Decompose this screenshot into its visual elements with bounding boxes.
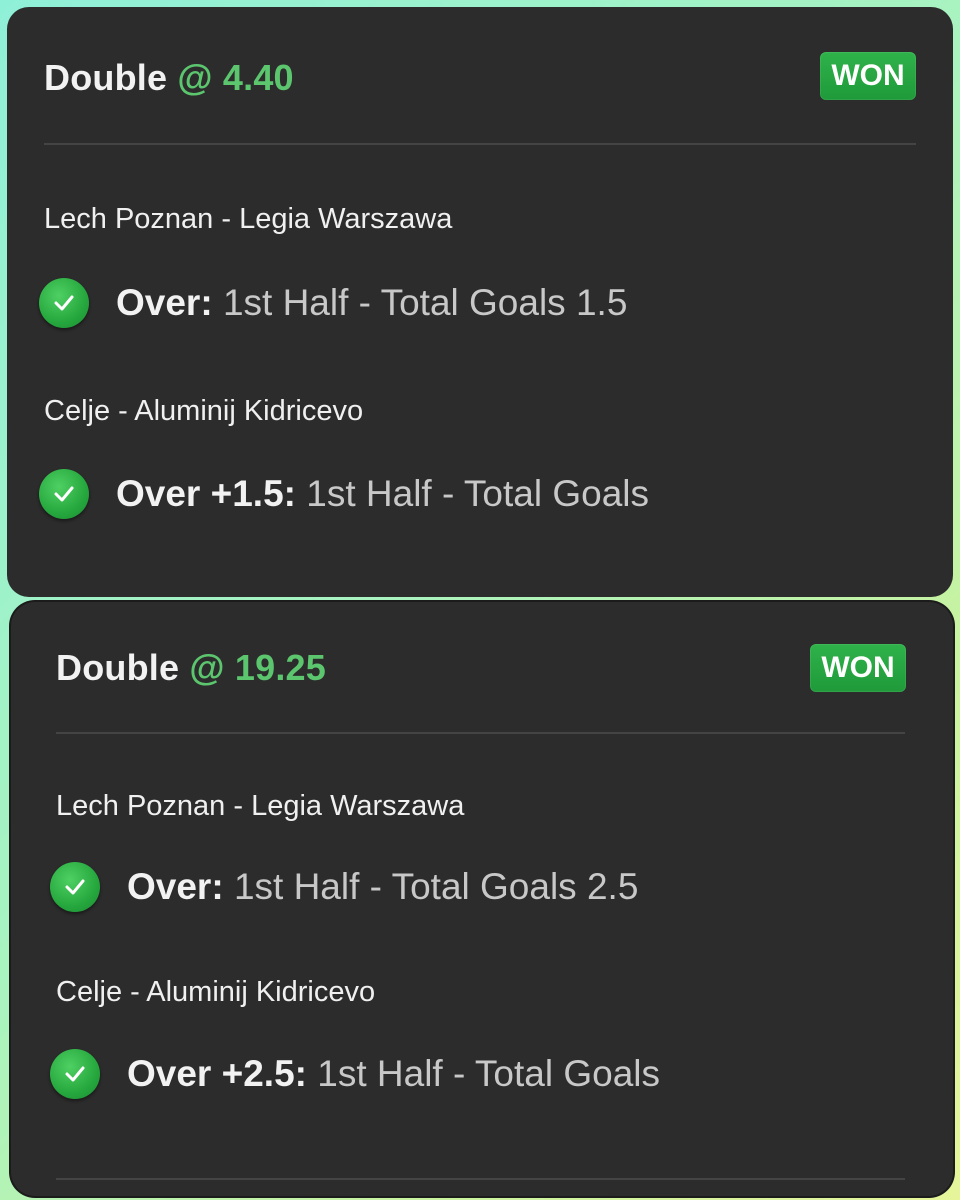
selection-text: Over: 1st Half - Total Goals 1.5 [116,280,627,326]
match-name: Celje - Aluminij Kidricevo [44,395,364,427]
check-circle-icon [39,278,89,328]
selection-label: Over +1.5: [116,473,296,514]
slip-title: Double @ 4.40 [44,57,294,99]
bet-type: Double [56,647,180,688]
divider [56,732,905,734]
market-label: 1st Half - Total Goals [317,1053,661,1094]
selection-text: Over +2.5: 1st Half - Total Goals [127,1051,660,1097]
bet-slip-card: Double @ 19.25 WON Lech Poznan - Legia W… [11,602,953,1196]
match-name: Celje - Aluminij Kidricevo [56,976,376,1008]
match-name: Lech Poznan - Legia Warszawa [44,203,453,235]
bet-odds: @ 4.40 [177,57,294,98]
check-circle-icon [39,469,89,519]
check-circle-icon [50,1049,100,1099]
check-circle-icon [50,862,100,912]
status-badge: WON [810,644,906,692]
bet-type: Double [44,57,168,98]
market-label: 1st Half - Total Goals [306,473,650,514]
slip-title: Double @ 19.25 [56,647,326,689]
selection-label: Over: [127,866,224,907]
market-label: 1st Half - Total Goals 2.5 [233,866,639,907]
divider [44,143,916,145]
selection-label: Over +2.5: [127,1053,307,1094]
status-badge: WON [820,52,916,100]
selection-label: Over: [116,282,213,323]
market-label: 1st Half - Total Goals 1.5 [222,282,628,323]
selection-text: Over: 1st Half - Total Goals 2.5 [127,864,638,910]
match-name: Lech Poznan - Legia Warszawa [56,790,465,822]
divider [56,1178,905,1180]
bet-odds: @ 19.25 [189,647,326,688]
bet-slip-card: Double @ 4.40 WON Lech Poznan - Legia Wa… [7,7,953,597]
selection-text: Over +1.5: 1st Half - Total Goals [116,471,649,517]
